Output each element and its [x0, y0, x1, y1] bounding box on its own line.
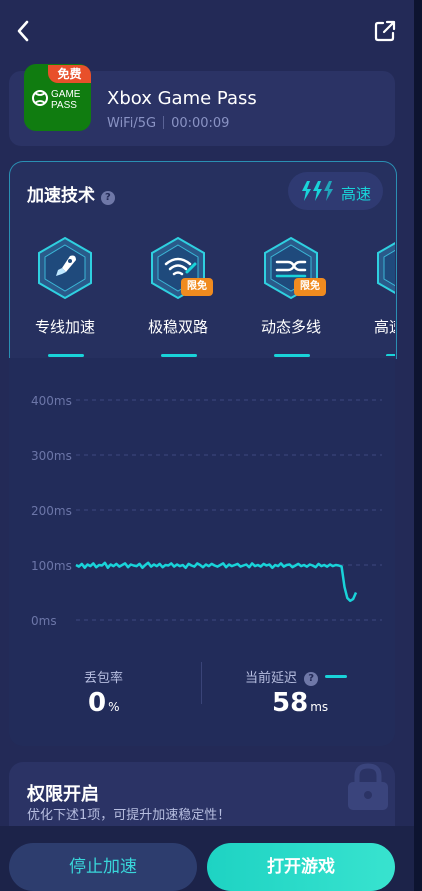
share-button[interactable] [370, 16, 400, 46]
tech-label: 专线加速 [34, 318, 95, 336]
help-icon[interactable]: ? [100, 191, 115, 205]
session-timer: 00:00:09 [171, 116, 230, 131]
lightning-icon [302, 181, 333, 201]
open-game-button[interactable]: 打开游戏 [207, 843, 395, 891]
stats-divider [201, 662, 202, 704]
limited-free-badge: 限免 [181, 278, 213, 296]
permission-subtitle: 优化下述1项，可提升加速稳定性！ [27, 808, 231, 823]
latency-value: 58 ms [272, 688, 328, 718]
tech-indicator [274, 354, 310, 357]
help-icon[interactable]: ? [304, 672, 319, 686]
packet-loss-unit: % [108, 700, 120, 714]
network-type: WiFi/5G [107, 116, 157, 131]
tech-label: 动态多线 [260, 318, 321, 336]
accel-title-text: 加速技术 [27, 186, 95, 206]
tech-item-high-speed[interactable]: 高速 [359, 236, 395, 356]
packet-loss-label: 丢包率 [84, 671, 124, 686]
game-title: Xbox Game Pass [107, 88, 257, 109]
tech-indicator [48, 354, 84, 357]
y-tick-label: 400ms [31, 394, 72, 408]
screen-edge [414, 0, 422, 891]
back-button[interactable] [8, 16, 38, 46]
tech-indicator [386, 354, 395, 356]
y-tick-label: 100ms [31, 559, 72, 573]
tech-item-dynamic-multiline[interactable]: 限免 动态多线 [246, 236, 336, 357]
latency-label: 当前延迟 ? [245, 667, 348, 686]
rocket-icon [38, 236, 92, 300]
divider [163, 116, 165, 129]
latency-unit: ms [310, 700, 329, 714]
permission-title: 权限开启 [27, 784, 99, 805]
game-session-info: WiFi/5G 00:00:09 [107, 116, 229, 131]
speed-mode-label: 高速 [341, 185, 372, 203]
free-tag: 免费 [48, 65, 91, 83]
chevron-left-icon [17, 20, 29, 42]
y-tick-label: 200ms [31, 504, 72, 518]
speed-icon [377, 242, 395, 294]
latency-legend-icon [325, 675, 348, 678]
svg-text:GAME: GAME [51, 89, 81, 100]
packet-loss-value: 0% [88, 688, 120, 718]
stop-acceleration-button[interactable]: 停止加速 [9, 843, 197, 891]
external-link-icon [374, 20, 396, 42]
latency-chart-panel [9, 358, 395, 746]
limited-free-badge: 限免 [294, 278, 326, 296]
packet-loss-number: 0 [88, 688, 107, 718]
latency-number: 58 [272, 688, 309, 718]
tech-item-dual-path[interactable]: 限免 极稳双路 [133, 236, 223, 357]
accel-title: 加速技术 ? [27, 181, 115, 206]
tech-label: 极稳双路 [147, 318, 208, 336]
tech-item-dedicated-line[interactable]: 专线加速 [20, 236, 110, 357]
tech-label: 高速 [373, 318, 395, 336]
svg-text:PASS: PASS [51, 100, 77, 111]
latency-label-text: 当前延迟 [245, 671, 298, 686]
y-tick-label: 0ms [31, 614, 57, 628]
tech-indicator [161, 354, 197, 357]
lock-icon [348, 763, 388, 810]
y-tick-label: 300ms [31, 449, 72, 463]
